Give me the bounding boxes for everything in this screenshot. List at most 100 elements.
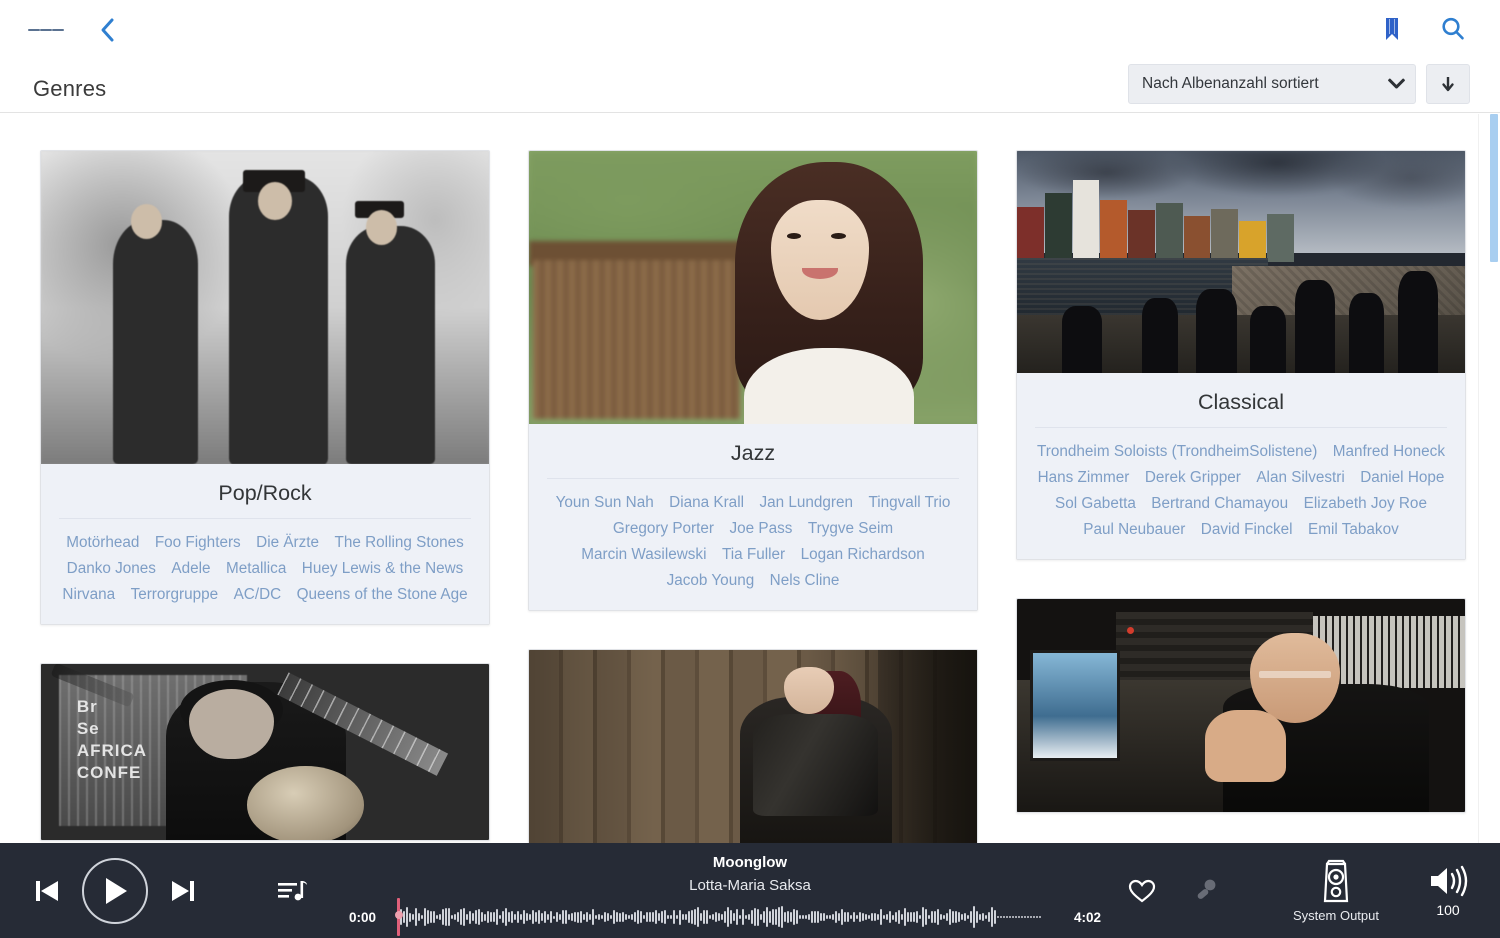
artist-link[interactable]: Tia Fuller — [722, 542, 785, 568]
artist-link[interactable]: AC/DC — [234, 582, 282, 608]
seek-bar[interactable]: 0:00 4:02 — [349, 898, 1101, 936]
lyrics-button[interactable] — [1186, 869, 1226, 913]
artist-link[interactable]: Derek Gripper — [1145, 465, 1241, 491]
output-device-selector[interactable]: System Output — [1276, 843, 1396, 938]
genre-card-caption: Jazz Youn Sun Nah Diana Krall Jan Lundgr… — [529, 424, 977, 610]
artist-link[interactable]: The Rolling Stones — [335, 530, 464, 556]
artist-link[interactable]: Nels Cline — [770, 568, 840, 594]
volume-up-icon — [1431, 865, 1468, 896]
artist-link[interactable]: Nirvana — [62, 582, 115, 608]
sort-select[interactable]: Nach Albenanzahl sortiert — [1128, 64, 1416, 104]
queue-button[interactable] — [270, 871, 314, 911]
play-icon — [106, 877, 127, 904]
grid-column: Classical Trondheim Soloists (TrondheimS… — [1016, 150, 1466, 843]
artist-link[interactable]: Hans Zimmer — [1038, 465, 1130, 491]
artist-link[interactable]: Motörhead — [66, 530, 139, 556]
artist-link[interactable]: Alan Silvestri — [1256, 465, 1344, 491]
artist-link[interactable]: Huey Lewis & the News — [302, 556, 464, 582]
waveform-seek[interactable] — [395, 898, 1053, 936]
artist-link[interactable]: Foo Fighters — [155, 530, 241, 556]
genre-card-next-3[interactable] — [1016, 598, 1466, 813]
bookmark-button[interactable] — [1372, 8, 1412, 50]
artist-link[interactable]: Tingvall Trio — [868, 490, 950, 516]
artist-link[interactable]: Gregory Porter — [613, 516, 714, 542]
scrollbar-thumb[interactable] — [1490, 114, 1498, 262]
genre-cover-image: Br Se AFRICA CONFE — [41, 664, 489, 840]
artist-list: Trondheim Soloists (TrondheimSolistene) … — [1031, 439, 1451, 543]
waveform — [397, 902, 1053, 932]
artist-link[interactable]: Jacob Young — [667, 568, 755, 594]
genres-browser-window: Genres Nach Albenanzahl sortiert Pop/Roc… — [0, 0, 1500, 938]
artist-link[interactable]: Marcin Wasilewski — [581, 542, 706, 568]
artist-link[interactable]: Emil Tabakov — [1308, 517, 1399, 543]
volume-control[interactable]: 100 — [1396, 843, 1500, 938]
artist-link[interactable]: Diana Krall — [669, 490, 744, 516]
next-track-button[interactable] — [162, 870, 204, 912]
search-button[interactable] — [1432, 8, 1474, 50]
artist-link[interactable]: Paul Neubauer — [1083, 517, 1185, 543]
total-time: 4:02 — [1073, 909, 1101, 925]
back-button[interactable] — [88, 10, 128, 50]
player-bar: Moonglow Lotta-Maria Saksa 0:00 4:02 Sys… — [0, 843, 1500, 938]
genre-card-pop-rock[interactable]: Pop/Rock Motörhead Foo Fighters Die Ärzt… — [40, 150, 490, 625]
play-button[interactable] — [82, 857, 148, 924]
genre-cover-image — [529, 650, 977, 843]
search-icon — [1442, 17, 1464, 40]
player-right-controls: System Output 100 — [1120, 843, 1500, 938]
speaker-icon — [1323, 859, 1349, 903]
grid-column: Jazz Youn Sun Nah Diana Krall Jan Lundgr… — [528, 150, 978, 843]
artist-link[interactable]: Queens of the Stone Age — [297, 582, 468, 608]
hamburger-icon — [28, 28, 40, 32]
artist-link[interactable]: Danko Jones — [67, 556, 156, 582]
genre-name: Jazz — [547, 436, 959, 479]
hamburger-icon — [52, 28, 64, 32]
genre-cover-image — [529, 151, 977, 424]
genre-name: Pop/Rock — [59, 476, 471, 519]
skip-previous-icon — [36, 880, 58, 901]
artist-link[interactable]: Trondheim Soloists (TrondheimSolistene) — [1037, 439, 1317, 465]
artist-link[interactable]: Metallica — [226, 556, 286, 582]
artist-link[interactable]: Manfred Honeck — [1333, 439, 1445, 465]
sort-direction-button[interactable] — [1426, 64, 1470, 104]
menu-button[interactable] — [28, 12, 64, 48]
vertical-scrollbar[interactable] — [1478, 114, 1500, 843]
playhead-handle[interactable] — [395, 911, 403, 919]
artist-link[interactable]: Terrorgruppe — [131, 582, 219, 608]
artist-link[interactable]: Adele — [171, 556, 210, 582]
favorite-button[interactable] — [1120, 869, 1164, 913]
artist-link[interactable]: Youn Sun Nah — [556, 490, 654, 516]
previous-track-button[interactable] — [26, 870, 68, 912]
artist-link[interactable]: David Finckel — [1201, 517, 1293, 543]
playback-controls — [0, 843, 314, 938]
artist-link[interactable]: Elizabeth Joy Roe — [1304, 491, 1427, 517]
genre-card-jazz[interactable]: Jazz Youn Sun Nah Diana Krall Jan Lundgr… — [528, 150, 978, 611]
top-bar: Genres Nach Albenanzahl sortiert — [0, 0, 1500, 113]
heart-icon — [1128, 879, 1156, 902]
genres-scroll-area[interactable]: Pop/Rock Motörhead Foo Fighters Die Ärzt… — [0, 114, 1500, 843]
genres-grid: Pop/Rock Motörhead Foo Fighters Die Ärzt… — [0, 114, 1500, 843]
artist-link[interactable]: Die Ärzte — [256, 530, 319, 556]
artist-link[interactable]: Bertrand Chamayou — [1151, 491, 1288, 517]
artist-link[interactable]: Daniel Hope — [1360, 465, 1444, 491]
artist-link[interactable]: Joe Pass — [729, 516, 792, 542]
genre-card-next-2[interactable] — [528, 649, 978, 843]
genre-card-caption: Pop/Rock Motörhead Foo Fighters Die Ärzt… — [41, 464, 489, 624]
playhead[interactable] — [395, 898, 403, 936]
genre-card-caption: Classical Trondheim Soloists (TrondheimS… — [1017, 373, 1465, 559]
artist-link[interactable]: Logan Richardson — [801, 542, 925, 568]
sort-select-value: Nach Albenanzahl sortiert — [1142, 75, 1319, 92]
genre-name: Classical — [1035, 385, 1447, 428]
chevron-left-icon — [101, 18, 114, 42]
artist-link[interactable]: Jan Lundgren — [759, 490, 853, 516]
artist-link[interactable]: Sol Gabetta — [1055, 491, 1136, 517]
bookmark-icon — [1386, 18, 1398, 40]
genre-card-next-1[interactable]: Br Se AFRICA CONFE — [40, 663, 490, 841]
image-overlay-text: Br Se AFRICA CONFE — [76, 696, 148, 782]
playlist-queue-icon — [278, 880, 307, 900]
artist-link[interactable]: Trygve Seim — [808, 516, 893, 542]
genre-cover-image — [41, 151, 489, 464]
elapsed-time: 0:00 — [349, 909, 377, 925]
hamburger-icon — [40, 28, 52, 32]
genre-card-classical[interactable]: Classical Trondheim Soloists (TrondheimS… — [1016, 150, 1466, 560]
artist-list: Motörhead Foo Fighters Die Ärzte The Rol… — [55, 530, 475, 608]
